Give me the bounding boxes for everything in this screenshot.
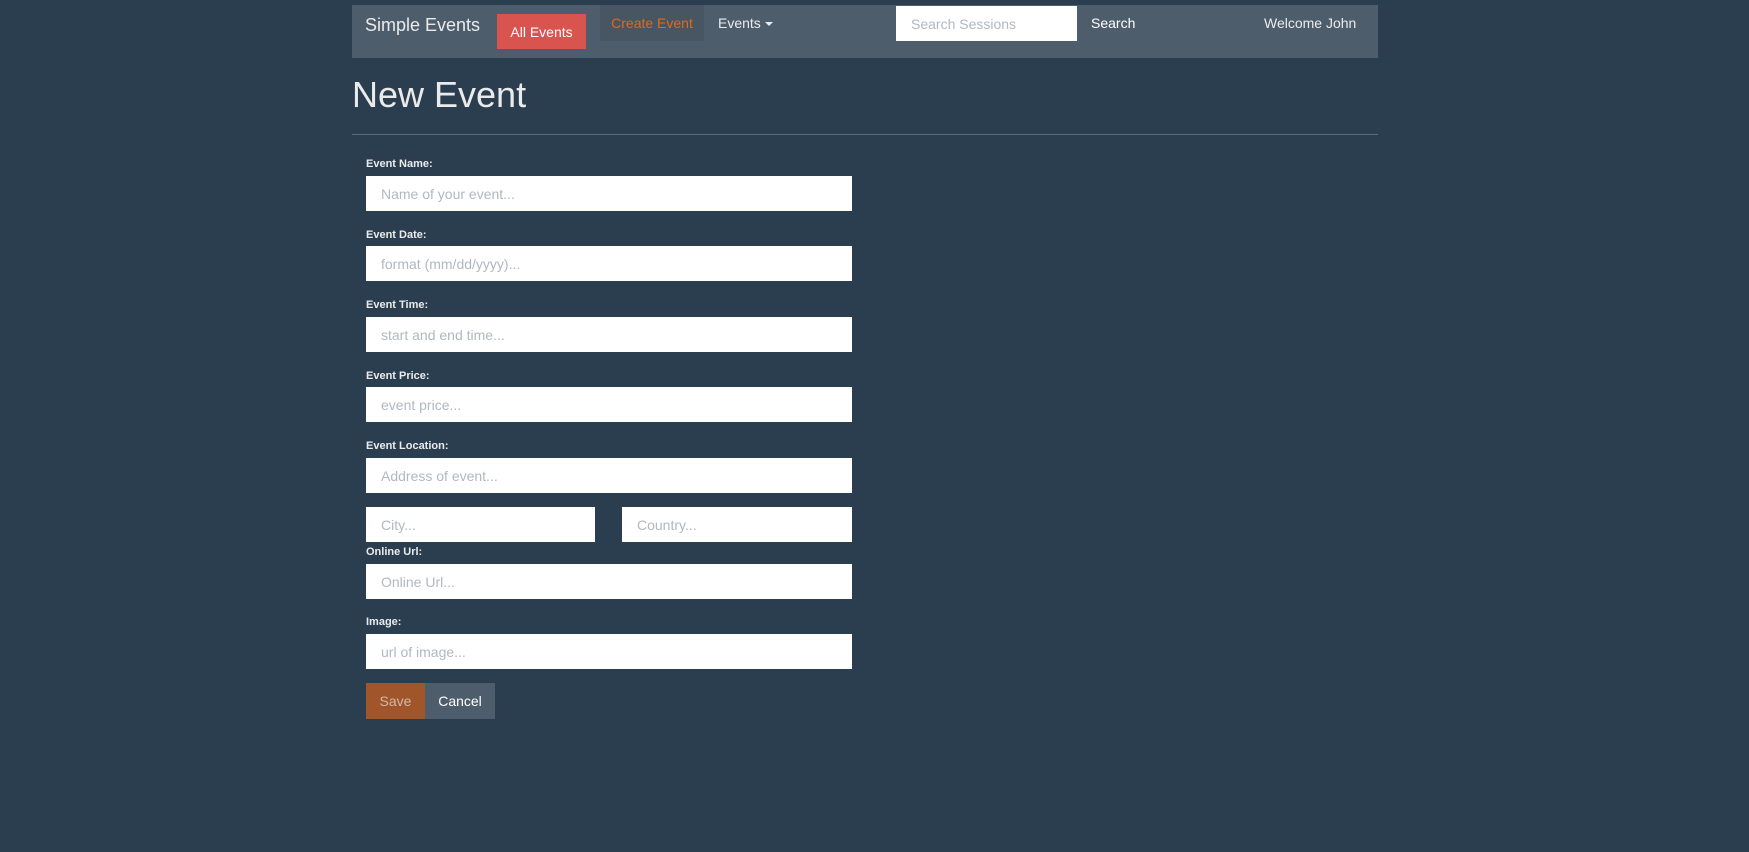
event-name-input[interactable] — [366, 176, 852, 211]
event-price-input[interactable] — [366, 387, 852, 422]
online-url-label: Online Url: — [366, 546, 423, 558]
brand-link[interactable]: Simple Events — [365, 15, 480, 36]
search-button[interactable]: Search — [1091, 15, 1135, 31]
all-events-button[interactable]: All Events — [497, 14, 586, 49]
save-button[interactable]: Save — [366, 683, 425, 719]
event-name-label: Event Name: — [366, 158, 433, 170]
create-event-link[interactable]: Create Event — [600, 5, 704, 41]
country-input[interactable] — [622, 507, 852, 542]
event-address-input[interactable] — [366, 458, 852, 493]
image-url-input[interactable] — [366, 634, 852, 669]
cancel-button[interactable]: Cancel — [425, 683, 495, 719]
title-divider — [352, 134, 1378, 135]
event-time-input[interactable] — [366, 317, 852, 352]
welcome-user: Welcome John — [1264, 15, 1357, 31]
event-date-label: Event Date: — [366, 229, 427, 241]
event-location-label: Event Location: — [366, 440, 449, 452]
search-sessions-input[interactable] — [896, 6, 1077, 41]
event-price-label: Event Price: — [366, 370, 430, 382]
city-input[interactable] — [366, 507, 595, 542]
top-navbar: Simple Events All Events Create Event Ev… — [352, 5, 1378, 58]
online-url-input[interactable] — [366, 564, 852, 599]
page-title: New Event — [352, 74, 527, 115]
image-label: Image: — [366, 616, 402, 628]
event-date-input[interactable] — [366, 246, 852, 281]
caret-down-icon — [764, 22, 773, 26]
events-dropdown[interactable]: Events — [718, 15, 773, 31]
events-dropdown-label: Events — [718, 15, 761, 31]
event-time-label: Event Time: — [366, 299, 429, 311]
